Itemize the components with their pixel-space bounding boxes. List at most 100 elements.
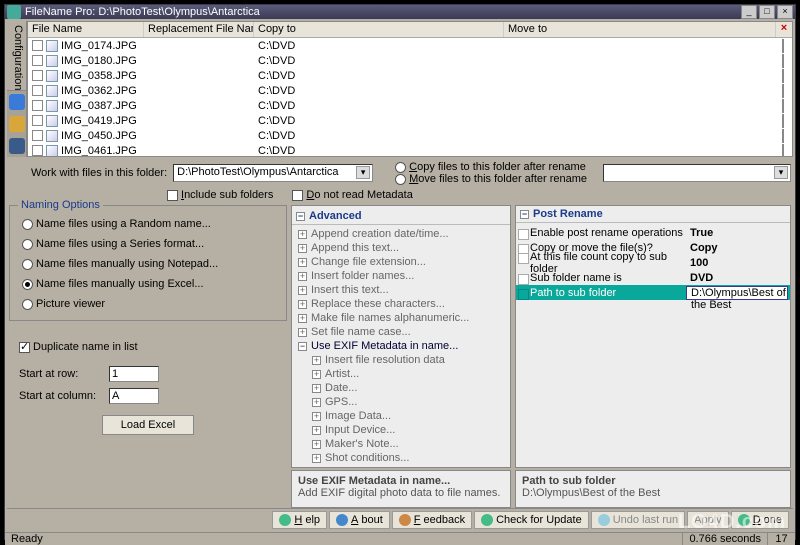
maximize-button[interactable]: □ — [759, 5, 775, 19]
load-excel-button[interactable]: Load Excel — [102, 415, 194, 435]
row-end-checkbox[interactable] — [782, 99, 784, 113]
done-button[interactable]: Done — [731, 511, 789, 529]
radio-copy-after[interactable] — [395, 162, 406, 173]
expand-icon[interactable]: + — [312, 370, 321, 379]
tree-node[interactable]: +Replace these characters... — [292, 297, 510, 311]
table-row[interactable]: IMG_0461.JPGC:\DVD — [28, 143, 792, 156]
prop-row[interactable]: At this file count copy to sub folder100 — [516, 255, 790, 270]
expand-icon[interactable]: + — [298, 244, 307, 253]
row-checkbox[interactable] — [32, 100, 43, 111]
table-row[interactable]: IMG_0358.JPGC:\DVD — [28, 68, 792, 83]
tree-node[interactable]: +Shot conditions... — [292, 451, 510, 465]
col-copyto[interactable]: Copy to — [254, 22, 504, 37]
col-replacement[interactable]: Replacement File Name — [144, 22, 254, 37]
folder-combo[interactable]: D:\PhotoTest\Olympus\Antarctica — [173, 164, 373, 182]
globe-icon[interactable] — [9, 94, 25, 110]
naming-option[interactable]: Name files using a Series format... — [16, 234, 280, 254]
advanced-tree[interactable]: −Advanced +Append creation date/time...+… — [291, 205, 511, 468]
table-row[interactable]: IMG_0180.JPGC:\DVD — [28, 53, 792, 68]
table-row[interactable]: IMG_0362.JPGC:\DVD — [28, 83, 792, 98]
table-row[interactable]: IMG_0387.JPGC:\DVD — [28, 98, 792, 113]
expand-icon[interactable]: + — [312, 412, 321, 421]
tree-node[interactable]: +Append this text... — [292, 241, 510, 255]
grid-close-icon[interactable]: × — [776, 22, 792, 37]
start-col-input[interactable] — [109, 388, 159, 404]
tree-node[interactable]: +Input Device... — [292, 423, 510, 437]
include-sub-check[interactable]: Include sub folders — [167, 189, 273, 201]
expand-icon[interactable]: − — [298, 342, 307, 351]
expand-icon[interactable]: + — [312, 454, 321, 463]
help-button[interactable]: Help — [272, 511, 327, 529]
row-end-checkbox[interactable] — [782, 129, 784, 143]
tree-node[interactable]: +Change file extension... — [292, 255, 510, 269]
prop-row[interactable]: Path to sub folderD:\Olympus\Best of the… — [516, 285, 790, 300]
radio-icon[interactable] — [22, 219, 33, 230]
radio-icon[interactable] — [22, 299, 33, 310]
expand-icon[interactable]: + — [298, 230, 307, 239]
naming-option[interactable]: Name files manually using Notepad... — [16, 254, 280, 274]
expand-icon[interactable]: + — [298, 272, 307, 281]
expand-icon[interactable]: + — [312, 426, 321, 435]
row-checkbox[interactable] — [32, 115, 43, 126]
col-filename[interactable]: File Name — [28, 22, 144, 37]
close-button[interactable]: × — [777, 5, 793, 19]
undo-button[interactable]: Undo last run — [591, 511, 685, 529]
tab-configuration[interactable]: Configuration — [7, 21, 26, 91]
start-row-input[interactable] — [109, 366, 159, 382]
table-row[interactable]: IMG_0450.JPGC:\DVD — [28, 128, 792, 143]
tree-node[interactable]: +Artist... — [292, 367, 510, 381]
apply-button[interactable]: Apply — [687, 511, 729, 529]
row-end-checkbox[interactable] — [782, 69, 784, 83]
row-end-checkbox[interactable] — [782, 54, 784, 68]
expand-icon[interactable]: + — [312, 356, 321, 365]
tree-node[interactable]: +Insert file resolution data — [292, 353, 510, 367]
expand-icon[interactable]: + — [298, 300, 307, 309]
no-metadata-check[interactable]: Do not read Metadata — [292, 189, 412, 201]
row-checkbox[interactable] — [32, 55, 43, 66]
tree-node[interactable]: +Insert this text... — [292, 283, 510, 297]
feedback-button[interactable]: Feedback — [392, 511, 472, 529]
tree-node[interactable]: +Append creation date/time... — [292, 227, 510, 241]
col-moveto[interactable]: Move to — [504, 22, 776, 37]
row-end-checkbox[interactable] — [782, 84, 784, 98]
about-button[interactable]: About — [329, 511, 390, 529]
row-end-checkbox[interactable] — [782, 39, 784, 53]
prop-row[interactable]: Sub folder name isDVD — [516, 270, 790, 285]
check-update-button[interactable]: Check for Update — [474, 511, 589, 529]
expand-icon[interactable]: + — [312, 440, 321, 449]
radio-icon[interactable] — [22, 239, 33, 250]
row-checkbox[interactable] — [32, 145, 43, 156]
expand-icon[interactable]: + — [298, 328, 307, 337]
folder-icon[interactable] — [9, 116, 25, 132]
radio-move-after[interactable] — [395, 174, 406, 185]
tree-node[interactable]: +Image Data... — [292, 409, 510, 423]
post-rename-props[interactable]: −Post Rename Enable post rename operatio… — [515, 205, 791, 468]
row-end-checkbox[interactable] — [782, 144, 784, 157]
tree-node[interactable]: +Maker's Note... — [292, 437, 510, 451]
naming-option[interactable]: Name files using a Random name... — [16, 214, 280, 234]
tree-node[interactable]: +Insert folder names... — [292, 269, 510, 283]
prop-row[interactable]: Enable post rename operationsTrue — [516, 225, 790, 240]
duplicate-check[interactable]: Duplicate name in list — [19, 341, 138, 353]
naming-option[interactable]: Name files manually using Excel... — [16, 274, 280, 294]
tree-node[interactable]: +Date... — [292, 381, 510, 395]
row-checkbox[interactable] — [32, 70, 43, 81]
expand-icon[interactable]: + — [298, 314, 307, 323]
row-checkbox[interactable] — [32, 130, 43, 141]
expand-icon[interactable]: + — [312, 384, 321, 393]
tree-node[interactable]: −Use EXIF Metadata in name... — [292, 339, 510, 353]
row-checkbox[interactable] — [32, 40, 43, 51]
expand-icon[interactable]: + — [312, 398, 321, 407]
tree-node[interactable]: +Make file names alphanumeric... — [292, 311, 510, 325]
expand-icon[interactable]: + — [298, 258, 307, 267]
minimize-button[interactable]: _ — [741, 5, 757, 19]
tree-node[interactable]: +Set file name case... — [292, 325, 510, 339]
table-row[interactable]: IMG_0419.JPGC:\DVD — [28, 113, 792, 128]
prop-value[interactable]: D:\Olympus\Best of the Best — [686, 286, 788, 300]
radio-icon[interactable] — [22, 259, 33, 270]
tree-node[interactable]: +GPS... — [292, 395, 510, 409]
naming-option[interactable]: Picture viewer — [16, 294, 280, 314]
table-row[interactable]: IMG_0174.JPGC:\DVD — [28, 38, 792, 53]
lock-icon[interactable] — [9, 138, 25, 154]
expand-icon[interactable]: + — [298, 286, 307, 295]
